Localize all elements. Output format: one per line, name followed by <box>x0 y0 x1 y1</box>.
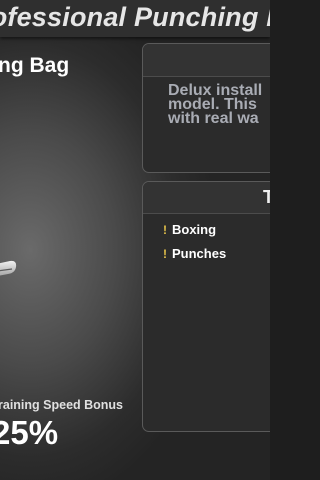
tags-panel-header: T <box>143 182 270 214</box>
item-detail-screen: rofessional Punching B ng Bag raining Sp… <box>0 0 270 480</box>
page-title: rofessional Punching B <box>0 2 270 32</box>
tag-label: Punches <box>172 246 227 261</box>
tag-boxing: ! Boxing <box>163 222 216 237</box>
description-line: with real wa <box>168 110 259 127</box>
title-bar: rofessional Punching B <box>0 0 270 37</box>
description-text: Delux install model. This with real wa <box>168 83 270 127</box>
item-name: ng Bag <box>0 54 70 77</box>
punching-bag-image <box>0 260 17 276</box>
description-panel-header <box>143 44 270 77</box>
tag-label: Boxing <box>172 222 217 237</box>
tag-punches: ! Punches <box>163 246 226 261</box>
training-speed-bonus-value: 25% <box>0 414 59 451</box>
tags-panel: T ! Boxing ! Punches <box>142 181 270 432</box>
description-panel: Delux install model. This with real wa <box>142 43 270 173</box>
exclamation-icon: ! <box>163 247 167 261</box>
tags-panel-title: T <box>263 187 270 208</box>
exclamation-icon: ! <box>163 223 167 237</box>
training-speed-bonus-label: raining Speed Bonus <box>0 398 124 412</box>
